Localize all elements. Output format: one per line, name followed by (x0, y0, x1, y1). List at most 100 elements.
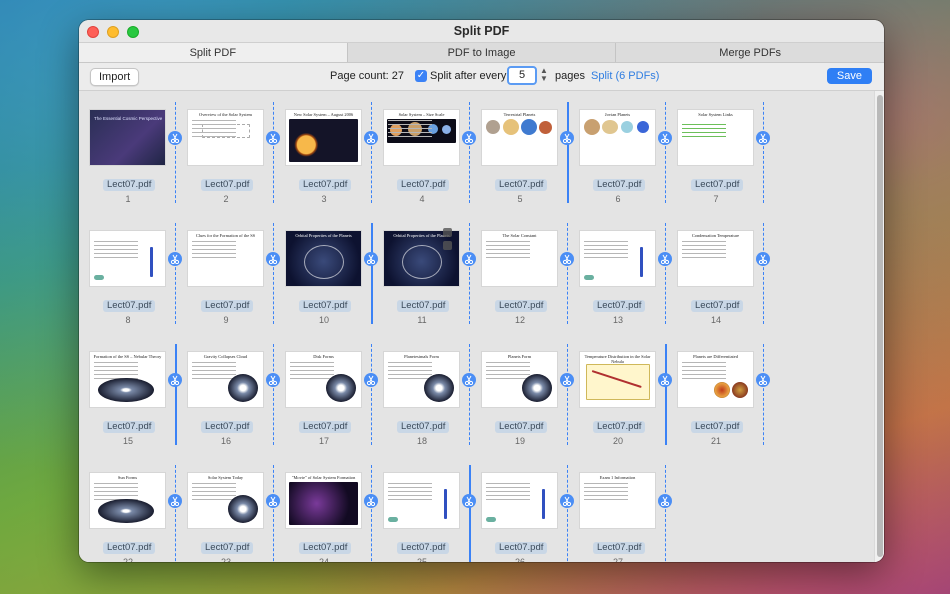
split-marker[interactable] (665, 102, 666, 203)
thumbnail-title: Planets are Differentiated (693, 354, 738, 359)
page-number: 7 (713, 194, 719, 204)
save-button[interactable]: Save (826, 68, 872, 84)
split-marker[interactable] (567, 465, 568, 562)
vertical-scrollbar[interactable] (874, 91, 884, 562)
page-number: 26 (514, 557, 525, 562)
page-thumbnail-cell[interactable]: Clues for the Formation of the SS Lect07.… (177, 214, 275, 334)
window-controls (87, 26, 139, 38)
page-thumbnail-cell[interactable]: Lect07.pdf 25 (373, 456, 471, 562)
thumbnail-title: "Movie" of Solar System Formation (291, 475, 356, 480)
scissors-icon[interactable] (756, 252, 770, 266)
page-thumbnail-cell[interactable]: Sun Forms Lect07.pdf 22 (79, 456, 177, 562)
page-thumbnail-cell[interactable]: Lect07.pdf 8 (79, 214, 177, 334)
copy-icon[interactable] (443, 228, 452, 237)
thumbnail-title (384, 473, 459, 475)
minimize-window-button[interactable] (107, 26, 119, 38)
page-thumbnail-cell[interactable]: Formation of the SS – Nebular Theory Lect… (79, 335, 177, 455)
split-marker[interactable] (371, 344, 372, 445)
page-file-badge: Lect07.pdf (593, 542, 646, 554)
page-thumbnail-cell[interactable]: Condensation Temperature Lect07.pdf 14 (667, 214, 765, 334)
page-thumbnail-cell[interactable]: "Movie" of Solar System Formation Lect07.… (275, 456, 373, 562)
page-thumbnail-cell[interactable]: Exam 1 Information Lect07.pdf 27 (569, 456, 667, 562)
page-thumbnail-cell[interactable]: The Essential Cosmic Perspective Lect07.p… (79, 93, 177, 213)
page-file-badge: Lect07.pdf (201, 300, 254, 312)
split-after-checkbox[interactable]: ✓ (415, 70, 427, 82)
page-file-badge: Lect07.pdf (397, 421, 450, 433)
thumbnail-title: Orbital Properties of the Planets (295, 233, 352, 238)
thumbnail-title: The Essential Cosmic Perspective (94, 116, 163, 121)
page-thumbnail-cell[interactable]: Lect07.pdf 26 (471, 456, 569, 562)
scissors-icon[interactable] (756, 131, 770, 145)
split-marker[interactable] (567, 223, 568, 324)
page-number: 4 (419, 194, 425, 204)
page-thumbnail-cell[interactable]: Overview of the Solar System Lect07.pdf 2 (177, 93, 275, 213)
split-marker[interactable] (665, 465, 666, 562)
page-number: 16 (220, 436, 231, 446)
window-title: Split PDF (453, 24, 510, 38)
thumbnail-title: Clues for the Formation of the SS (195, 233, 256, 238)
page-thumbnail-cell[interactable]: Temperature Distribution in the Solar Ne… (569, 335, 667, 455)
page-number: 20 (612, 436, 623, 446)
split-marker[interactable] (371, 102, 372, 203)
split-marker[interactable] (371, 465, 372, 562)
page-thumbnail-cell[interactable]: Solar System Today Lect07.pdf 23 (177, 456, 275, 562)
thumbnail-title: Solar System – Size Scale (398, 112, 445, 117)
page-thumbnail-cell[interactable]: Terrestrial Planets Lect07.pdf 5 (471, 93, 569, 213)
thumbnail-title: Solar System Today (207, 475, 244, 480)
split-marker[interactable] (469, 344, 470, 445)
close-window-button[interactable] (87, 26, 99, 38)
page-thumbnail-cell[interactable]: Planets Form Lect07.pdf 19 (471, 335, 569, 455)
split-marker[interactable] (665, 223, 666, 324)
trash-icon[interactable] (443, 241, 452, 250)
page-row: The Essential Cosmic Perspective Lect07.p… (79, 93, 869, 213)
page-file-badge: Lect07.pdf (299, 179, 352, 191)
split-after-label: Split after every (430, 70, 507, 82)
page-file-badge: Lect07.pdf (103, 179, 156, 191)
page-thumbnail-cell[interactable]: Planets are Differentiated Lect07.pdf 21 (667, 335, 765, 455)
page-thumbnail-cell[interactable]: Planetesimals Form Lect07.pdf 18 (373, 335, 471, 455)
page-thumbnail-cell[interactable]: Disk Forms Lect07.pdf 17 (275, 335, 373, 455)
split-every-stepper[interactable]: ▲ ▼ (540, 67, 548, 83)
split-marker[interactable] (175, 102, 176, 203)
tab-split-pdf[interactable]: Split PDF (79, 43, 348, 62)
zoom-window-button[interactable] (127, 26, 139, 38)
split-marker[interactable] (763, 223, 764, 324)
page-thumbnail-cell[interactable]: Solar System – Size Scale Lect07.pdf 4 (373, 93, 471, 213)
scissors-icon[interactable] (756, 373, 770, 387)
split-marker[interactable] (273, 223, 274, 324)
page-thumbnail-cell[interactable]: The Solar Constant Lect07.pdf 12 (471, 214, 569, 334)
page-file-badge: Lect07.pdf (691, 421, 744, 433)
tab-merge-pdfs[interactable]: Merge PDFs (616, 43, 884, 62)
split-marker[interactable] (273, 465, 274, 562)
split-every-input[interactable]: 5 (507, 66, 537, 85)
split-marker[interactable] (469, 102, 470, 203)
thumbnail-title: Disk Forms (313, 354, 334, 359)
page-thumbnail-cell[interactable]: Solar System Links Lect07.pdf 7 (667, 93, 765, 213)
page-number: 19 (514, 436, 525, 446)
page-thumbnail-cell[interactable]: New Solar System – August 2006 Lect07.pdf… (275, 93, 373, 213)
page-number: 24 (318, 557, 329, 562)
scrollbar-thumb[interactable] (877, 95, 883, 557)
chevron-down-icon[interactable]: ▼ (540, 75, 548, 83)
page-thumbnail-cell[interactable]: Orbital Properties of the Planets Lect07… (275, 214, 373, 334)
split-marker[interactable] (469, 223, 470, 324)
split-marker[interactable] (763, 344, 764, 445)
import-button[interactable]: Import (90, 68, 140, 86)
split-marker[interactable] (763, 102, 764, 203)
split-marker[interactable] (273, 102, 274, 203)
tab-pdf-to-image[interactable]: PDF to Image (348, 43, 617, 62)
split-marker[interactable] (175, 465, 176, 562)
page-thumbnail-cell[interactable]: Orbital Properties of the Planets Lect07… (373, 214, 471, 334)
page-number: 21 (710, 436, 721, 446)
page-file-badge: Lect07.pdf (495, 542, 548, 554)
split-preview-link[interactable]: Split (6 PDFs) (591, 70, 659, 82)
page-thumbnail-cell[interactable]: Gravity Collapses Cloud Lect07.pdf 16 (177, 335, 275, 455)
split-marker[interactable] (273, 344, 274, 445)
split-marker[interactable] (567, 344, 568, 445)
page-file-badge: Lect07.pdf (397, 179, 450, 191)
split-marker[interactable] (175, 223, 176, 324)
page-thumbnail-cell[interactable]: Jovian Planets Lect07.pdf 6 (569, 93, 667, 213)
page-thumbnail-cell[interactable]: Lect07.pdf 13 (569, 214, 667, 334)
page-number: 27 (612, 557, 623, 562)
scissors-icon[interactable] (658, 494, 672, 508)
